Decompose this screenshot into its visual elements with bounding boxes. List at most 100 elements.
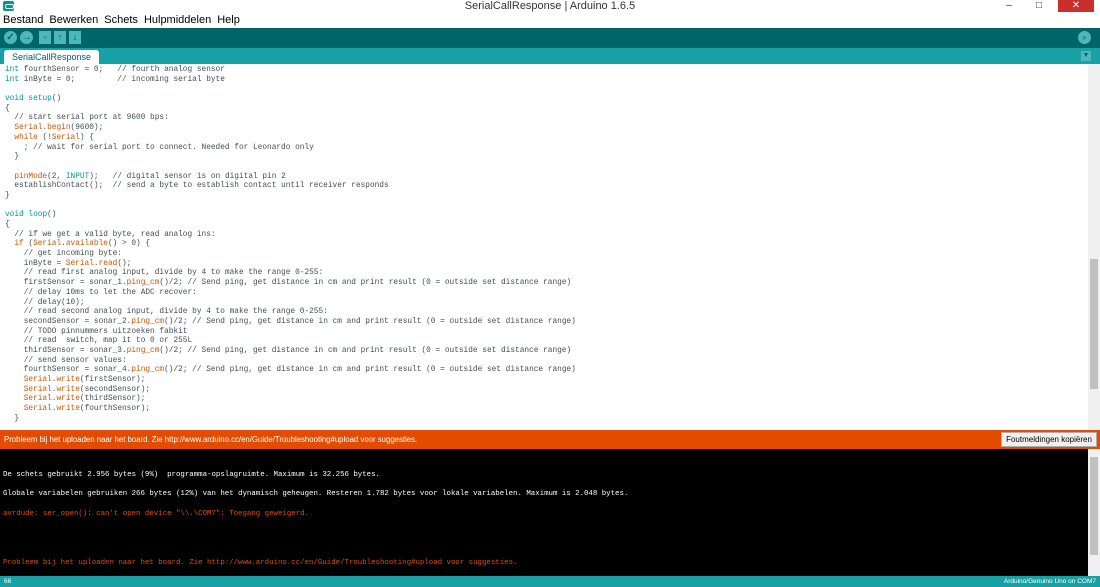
new-sketch-icon[interactable]: ▫ [39, 31, 51, 44]
code-token: // delay(10); [5, 298, 85, 307]
code-line[interactable]: int inByte = 0; // incoming serial byte [5, 76, 576, 86]
code-token: ; // wait for serial port to connect. Ne… [5, 143, 314, 152]
code-line[interactable]: Serial.write(firstSensor); [5, 376, 576, 386]
code-token: secondSensor = sonar_2. [5, 317, 132, 326]
tab-menu-chevron-down-icon[interactable]: ▼ [1081, 51, 1091, 61]
code-line[interactable] [5, 163, 576, 173]
code-token: read [98, 259, 118, 268]
error-message-text: Probleem bij het uploaden naar het board… [4, 435, 418, 444]
code-token: ()/2; // Send ping, get distance in cm a… [164, 366, 576, 375]
code-line[interactable]: } [5, 415, 576, 425]
code-line[interactable]: // read switch, map it to 0 or 255L [5, 337, 576, 347]
code-line[interactable]: // if we get a valid byte, read analog i… [5, 231, 576, 241]
serial-monitor-icon[interactable]: ⌕ [1078, 31, 1091, 44]
open-sketch-icon[interactable]: ↑ [54, 31, 66, 44]
code-token: ping_cm [131, 366, 165, 375]
menu-help[interactable]: Help [214, 13, 243, 27]
code-line[interactable]: Serial.begin(9600); [5, 124, 576, 134]
menu-bar: Bestand Bewerken Schets Hulpmiddelen Hel… [0, 13, 243, 27]
console-scrollbar[interactable] [1088, 449, 1100, 576]
code-token: { [5, 221, 10, 229]
code-line[interactable]: // read first analog input, divide by 4 … [5, 269, 576, 279]
console-scrollbar-thumb[interactable] [1090, 457, 1098, 555]
code-token: write [56, 405, 80, 414]
code-line[interactable]: ; // wait for serial port to connect. Ne… [5, 144, 576, 154]
code-line[interactable]: fourthSensor = sonar_4.ping_cm()/2; // S… [5, 366, 576, 376]
code-token: (); [117, 259, 132, 268]
menu-hulpmiddelen[interactable]: Hulpmiddelen [141, 13, 214, 27]
line-number: 66 [4, 578, 12, 585]
code-token: ()/2; // Send ping, get distance in cm a… [159, 279, 572, 288]
code-line[interactable]: thirdSensor = sonar_3.ping_cm()/2; // Se… [5, 347, 576, 357]
close-button[interactable]: ✕ [1058, 0, 1094, 12]
maximize-button[interactable]: □ [1026, 0, 1052, 12]
code-line[interactable]: { [5, 221, 576, 231]
menu-bewerken[interactable]: Bewerken [46, 13, 101, 27]
code-line[interactable] [5, 202, 576, 212]
copy-error-messages-button[interactable]: Foutmeldingen kopiëren [1001, 432, 1097, 447]
tab-bar: SerialCallResponse ▼ [0, 48, 1100, 64]
code-line[interactable]: // delay 10ms to let the ADC recover: [5, 289, 576, 299]
error-message-bar: Probleem bij het uploaden naar het board… [0, 430, 1100, 449]
code-editor[interactable]: int fourthSensor = 0; // fourth analog s… [0, 64, 1100, 430]
code-line[interactable]: Serial.write(thirdSensor); [5, 395, 576, 405]
code-line[interactable]: secondSensor = sonar_2.ping_cm()/2; // S… [5, 318, 576, 328]
code-token: inByte = 0; // incoming serial byte [19, 75, 225, 84]
console-line: Globale variabelen gebruiken 266 bytes (… [3, 490, 629, 498]
code-token: Serial [33, 240, 62, 249]
editor-scrollbar[interactable] [1088, 64, 1100, 430]
upload-icon[interactable]: → [20, 31, 33, 44]
code-token: ) { [79, 133, 94, 142]
code-line[interactable]: Serial.write(secondSensor); [5, 386, 576, 396]
code-line[interactable]: // read second analog input, divide by 4… [5, 308, 576, 318]
code-line[interactable]: // start serial port at 9600 bps: [5, 114, 576, 124]
code-token: ping_cm [126, 346, 160, 355]
verify-icon[interactable]: ✓ [4, 31, 17, 44]
code-line[interactable]: while (!Serial) { [5, 134, 576, 144]
code-line[interactable]: // delay(10); [5, 299, 576, 309]
code-line[interactable]: void setup() [5, 95, 576, 105]
code-token: available [65, 240, 108, 249]
code-line[interactable]: } [5, 192, 576, 202]
code-text[interactable]: int fourthSensor = 0; // fourth analog s… [5, 66, 576, 424]
code-token: write [56, 385, 80, 394]
code-token: loop [28, 211, 48, 220]
code-token: () [47, 211, 57, 220]
code-line[interactable]: int fourthSensor = 0; // fourth analog s… [5, 66, 576, 76]
code-line[interactable]: // get incoming byte: [5, 250, 576, 260]
code-line[interactable]: // send sensor values: [5, 357, 576, 367]
code-line[interactable]: // TODO pinnummers uitzoeken fabkit [5, 328, 576, 338]
code-line[interactable]: { [5, 105, 576, 115]
code-token: (firstSensor); [79, 376, 146, 384]
code-token: void [5, 211, 24, 220]
code-line[interactable]: Serial.write(fourthSensor); [5, 405, 576, 415]
code-token: ( [23, 240, 34, 249]
code-line[interactable]: establishContact(); // send a byte to es… [5, 182, 576, 192]
code-token: // read switch, map it to 0 or 255L [5, 337, 193, 346]
tab-serialcallresponse[interactable]: SerialCallResponse [4, 50, 100, 64]
code-token: (9600); [70, 124, 104, 133]
editor-scrollbar-thumb[interactable] [1090, 259, 1098, 389]
menu-schets[interactable]: Schets [101, 13, 141, 27]
code-line[interactable]: pinMode(2, INPUT); // digital sensor is … [5, 173, 576, 183]
code-token: } [5, 153, 20, 162]
code-token: establishContact(); // send a byte to es… [5, 182, 389, 191]
code-line[interactable]: } [5, 153, 576, 163]
code-line[interactable]: firstSensor = sonar_1.ping_cm()/2; // Se… [5, 279, 576, 289]
code-token: fourthSensor = 0; // fourth analog senso… [19, 66, 225, 74]
code-token: write [56, 395, 80, 404]
board-port-label: Arduino/Genuino Uno on COM7 [1003, 578, 1096, 585]
minimize-button[interactable]: – [996, 0, 1022, 12]
code-token: } [5, 414, 20, 423]
code-line[interactable]: inByte = Serial.read(); [5, 260, 576, 270]
menu-bestand[interactable]: Bestand [0, 13, 46, 27]
code-line[interactable]: void loop() [5, 211, 576, 221]
code-token: INPUT [65, 172, 90, 181]
save-sketch-icon[interactable]: ↓ [69, 31, 81, 44]
code-token: Serial [14, 124, 43, 133]
code-line[interactable]: if (Serial.available() > 0) { [5, 240, 576, 250]
code-line[interactable] [5, 85, 576, 95]
